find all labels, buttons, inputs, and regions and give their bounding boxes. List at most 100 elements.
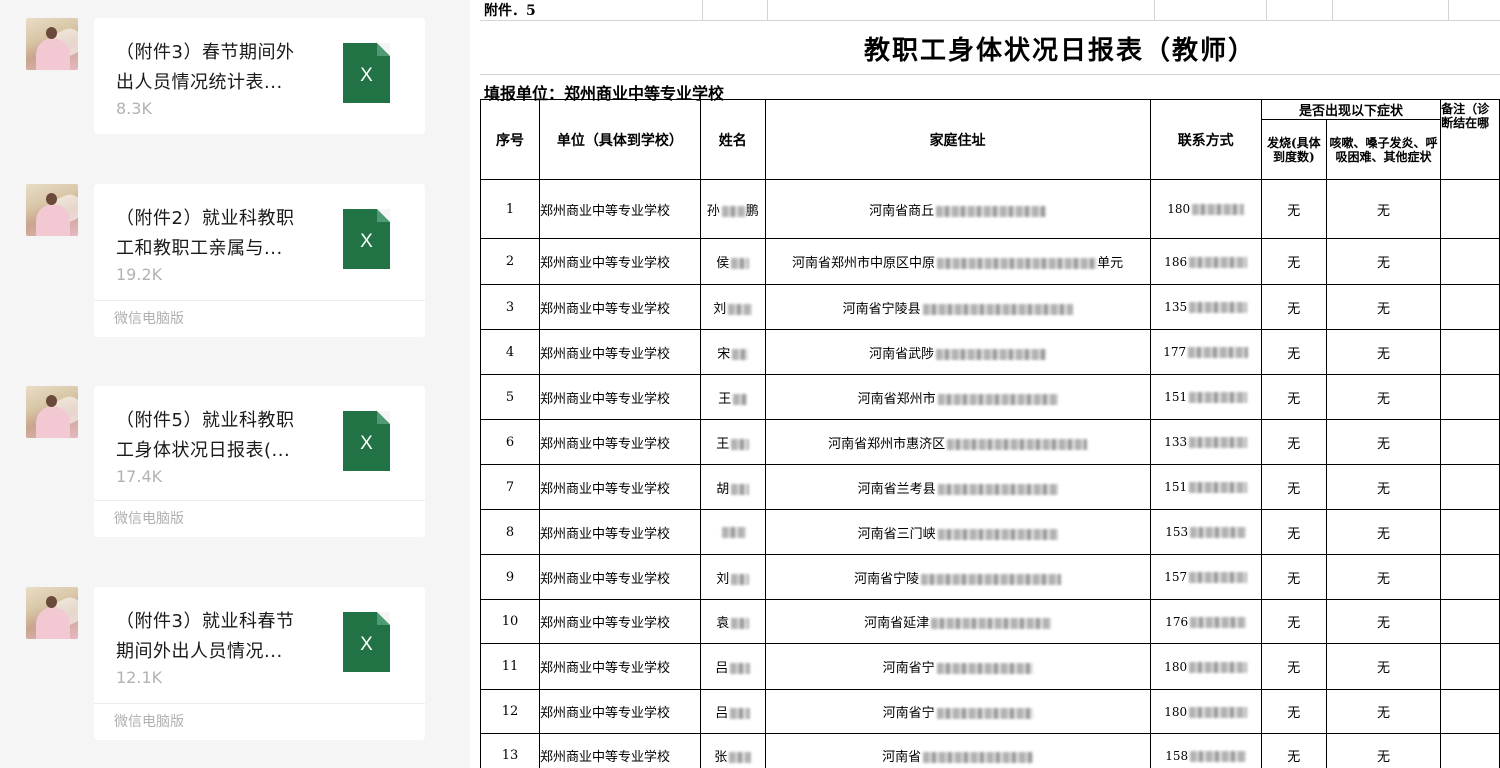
avatar[interactable] <box>26 386 78 438</box>
cell-seq-text: 3 <box>505 299 515 315</box>
redacted-phone-blur <box>1189 572 1248 583</box>
cell-address-text: 河南省兰考县 <box>857 481 936 497</box>
table-row: 5 郑州商业中等专业学校 王 河南省郑州市 151 无 无 <box>480 374 1500 420</box>
redacted-name-blur <box>721 205 746 217</box>
cell-address: 河南省宁 <box>764 689 1151 734</box>
cell-name: 孙鹏 <box>699 179 766 239</box>
cell-fever: 无 <box>1260 329 1327 375</box>
cell-seq: 3 <box>480 284 540 330</box>
cell-contact: 176 <box>1149 599 1262 644</box>
cell-contact-text: 133 <box>1164 435 1188 449</box>
cell-remark <box>1440 419 1500 465</box>
cell-seq: 1 <box>480 179 540 239</box>
cell-cough-text: 无 <box>1376 616 1390 631</box>
cell-cough: 无 <box>1325 374 1442 420</box>
source-label: 微信电脑版 <box>94 703 425 740</box>
grid-line <box>1332 0 1333 20</box>
cell-contact: 180 <box>1149 179 1262 239</box>
cell-cough: 无 <box>1325 329 1442 375</box>
cell-fever: 无 <box>1260 689 1327 734</box>
redacted-phone-blur <box>1190 750 1247 762</box>
file-name-line-2: 工和教职工亲属与... <box>116 238 283 259</box>
redacted-name-blur <box>731 573 750 585</box>
cell-name-text: 宋 <box>717 346 731 362</box>
cell-contact-text: 157 <box>1164 570 1188 584</box>
grid-line <box>480 74 1500 75</box>
redacted-phone-blur <box>1189 661 1248 673</box>
cell-fever: 无 <box>1260 643 1327 690</box>
cell-fever-text: 无 <box>1287 391 1301 407</box>
cell-unit: 郑州商业中等专业学校 <box>538 464 701 510</box>
table-row: 6 郑州商业中等专业学校 王 河南省郑州市惠济区 133 无 无 <box>480 419 1500 465</box>
cell-cough-text: 无 <box>1376 750 1390 765</box>
cell-cough: 无 <box>1325 599 1442 644</box>
cell-fever-text: 无 <box>1287 571 1301 587</box>
cell-seq: 4 <box>480 329 540 375</box>
excel-file-icon: X <box>343 43 390 103</box>
cell-contact-text: 153 <box>1165 525 1189 539</box>
cell-name: 王 <box>699 374 766 420</box>
table-row: 13 郑州商业中等专业学校 张 河南省 158 无 无 <box>480 733 1500 768</box>
redacted-name-blur <box>731 618 750 629</box>
cell-address: 河南省延津 <box>764 599 1151 644</box>
cell-cough: 无 <box>1325 238 1442 285</box>
header-contact: 联系方式 <box>1149 99 1262 180</box>
avatar[interactable] <box>26 18 78 70</box>
report-table: 序号 单位（具体到学校） 姓名 家庭住址 联系方式 是否出现以下症状 备注（诊断… <box>480 99 1500 768</box>
cell-name: 张 <box>699 733 766 768</box>
cell-cough: 无 <box>1325 554 1442 600</box>
cell-fever: 无 <box>1260 599 1327 644</box>
cell-name <box>699 509 766 555</box>
cell-cough-text: 无 <box>1376 256 1390 271</box>
cell-cough-text: 无 <box>1376 301 1390 317</box>
cell-seq: 10 <box>480 599 540 644</box>
cell-unit-text: 郑州商业中等专业学校 <box>539 706 670 721</box>
cell-fever: 无 <box>1260 509 1327 555</box>
cell-unit-text: 郑州商业中等专业学校 <box>539 436 670 452</box>
cell-seq: 8 <box>480 509 540 555</box>
grid-line <box>767 0 768 20</box>
avatar[interactable] <box>26 184 78 236</box>
cell-unit: 郑州商业中等专业学校 <box>538 643 701 690</box>
spreadsheet-preview: 附件．5 教职工身体状况日报表（教师） 填报单位：郑州商业中等专业学校 序号 单… <box>480 0 1500 768</box>
cell-name: 胡 <box>699 464 766 510</box>
file-bubble[interactable]: （附件3）春节期间外 出人员情况统计表... 8.3K X <box>94 18 425 134</box>
cell-contact-text: 180 <box>1167 202 1191 216</box>
cell-fever: 无 <box>1260 554 1327 600</box>
cell-unit-text: 郑州商业中等专业学校 <box>539 301 670 317</box>
cell-address: 河南省三门峡 <box>764 509 1151 555</box>
file-size: 8.3K <box>116 99 152 118</box>
cell-seq-text: 11 <box>501 659 519 674</box>
cell-remark <box>1440 689 1500 734</box>
redacted-phone-blur <box>1189 302 1248 313</box>
redacted-name-blur <box>721 526 746 538</box>
file-bubble[interactable]: （附件5）就业科教职 工身体状况日报表(... 17.4K X 微信电脑版 <box>94 386 425 537</box>
cell-unit: 郑州商业中等专业学校 <box>538 554 701 600</box>
file-name-line-2: 出人员情况统计表... <box>116 72 283 93</box>
cell-cough: 无 <box>1325 689 1442 734</box>
cell-fever: 无 <box>1260 238 1327 285</box>
redacted-phone-blur <box>1188 347 1249 358</box>
avatar[interactable] <box>26 587 78 639</box>
cell-address-text: 河南省商丘 <box>869 203 935 219</box>
cell-seq-text: 8 <box>505 524 515 540</box>
file-bubble[interactable]: （附件2）就业科教职 工和教职工亲属与... 19.2K X 微信电脑版 <box>94 184 425 337</box>
redacted-name-blur <box>728 303 753 315</box>
cell-cough-text: 无 <box>1376 571 1390 587</box>
file-bubble[interactable]: （附件3）就业科春节 期间外出人员情况... 12.1K X 微信电脑版 <box>94 587 425 740</box>
cell-cough: 无 <box>1325 419 1442 465</box>
cell-seq-text: 6 <box>505 434 515 450</box>
table-row: 3 郑州商业中等专业学校 刘 河南省宁陵县 135 无 无 <box>480 284 1500 330</box>
cell-fever: 无 <box>1260 419 1327 465</box>
cell-name-text: 刘 <box>716 571 730 587</box>
cell-contact: 180 <box>1149 689 1262 734</box>
file-name: （附件2）就业科教职 工和教职工亲属与... <box>116 204 326 264</box>
redacted-address-blur <box>937 393 1058 405</box>
grid-line <box>1154 0 1155 20</box>
cell-unit: 郑州商业中等专业学校 <box>538 733 701 768</box>
cell-contact-text: 135 <box>1164 300 1188 314</box>
redacted-address-blur <box>931 618 1052 629</box>
cell-address-text: 河南省郑州市中原区中原 <box>792 256 936 271</box>
file-size: 19.2K <box>116 265 163 284</box>
cell-name: 王 <box>699 419 766 465</box>
